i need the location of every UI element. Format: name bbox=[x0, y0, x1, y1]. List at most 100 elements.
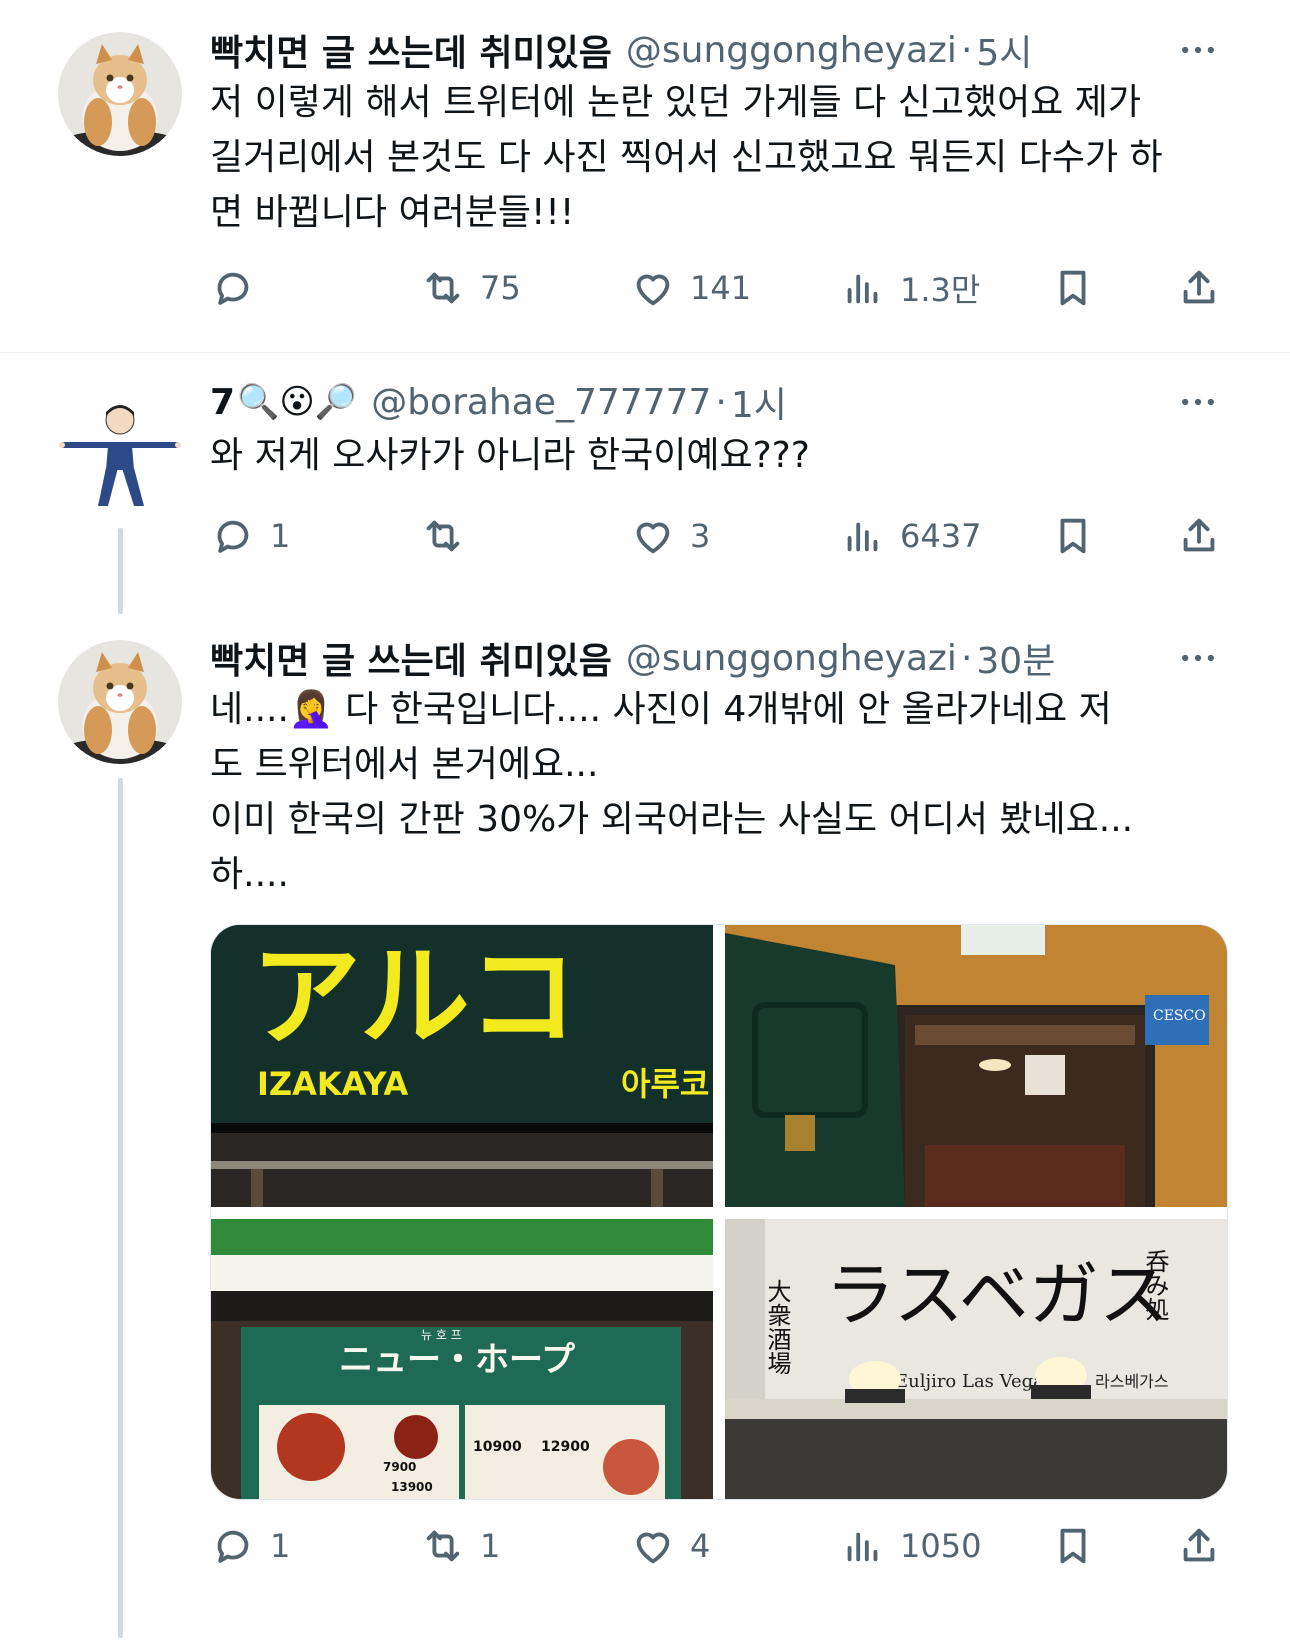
like-button[interactable]: 4 bbox=[630, 1516, 710, 1576]
timestamp[interactable]: 30분 bbox=[976, 632, 1055, 684]
views-button[interactable]: 1.3만 bbox=[840, 258, 980, 318]
sign4-main-text: ラスベガス bbox=[825, 1254, 1169, 1336]
avatar[interactable] bbox=[58, 640, 182, 764]
more-icon bbox=[1176, 380, 1220, 424]
retweet-icon bbox=[420, 265, 466, 311]
share-icon bbox=[1176, 265, 1222, 311]
sign3-price-1: 7900 bbox=[383, 1460, 416, 1474]
bookmark-button[interactable] bbox=[1050, 258, 1096, 318]
share-icon bbox=[1176, 513, 1222, 559]
like-count: 141 bbox=[690, 269, 752, 307]
new-hope-menu-image: ニュー・ホープ 뉴 호 프 7900 10900 12900 13900 bbox=[211, 1219, 713, 1499]
photo-las-vegas-sign[interactable]: ラスベガス 大衆酒場 呑み処 Euljiro Las Vegas 라스베가스 bbox=[725, 1219, 1227, 1499]
thread-line bbox=[118, 528, 123, 614]
share-button[interactable] bbox=[1176, 506, 1222, 566]
timestamp[interactable]: 5시 bbox=[976, 24, 1032, 76]
display-name[interactable]: 빡치면 글 쓰는데 취미있음 bbox=[210, 24, 612, 76]
las-vegas-sign-image: ラスベガス 大衆酒場 呑み処 Euljiro Las Vegas 라스베가스 bbox=[725, 1219, 1227, 1499]
view-count: 1050 bbox=[900, 1527, 982, 1565]
reply-button[interactable]: 1 bbox=[210, 1516, 290, 1576]
photo-new-hope-menu[interactable]: ニュー・ホープ 뉴 호 프 7900 10900 12900 13900 bbox=[211, 1219, 713, 1499]
cat-avatar-image bbox=[58, 32, 182, 156]
view-count: 1.3만 bbox=[900, 271, 981, 309]
avatar[interactable] bbox=[58, 390, 182, 514]
sign3-price-2: 10900 bbox=[473, 1439, 522, 1455]
user-handle[interactable]: @borahae_777777 bbox=[371, 382, 711, 423]
cat-avatar-image bbox=[58, 640, 182, 764]
more-options-button[interactable] bbox=[1160, 376, 1220, 428]
sign4-right-text: 呑み処 bbox=[1141, 1249, 1169, 1321]
bookmark-icon bbox=[1050, 265, 1096, 311]
green-door-image: CESCO bbox=[725, 925, 1227, 1207]
media-grid: アルコ IZAKAYA 아루코 CESCO ニュー・ホープ 뉴 호 프 7900… bbox=[210, 924, 1228, 1500]
retweet-button[interactable] bbox=[420, 506, 480, 566]
thread-line bbox=[118, 778, 123, 1638]
bookmark-button[interactable] bbox=[1050, 1516, 1096, 1576]
text-line-1b: 다 한국입니다.... 사진이 4개밖에 안 올라가네요 저 bbox=[333, 689, 1112, 730]
tweet-header: 빡치면 글 쓰는데 취미있음 @sunggongheyazi · 5시 bbox=[210, 24, 1220, 76]
bookmark-button[interactable] bbox=[1050, 506, 1096, 566]
tweet-1[interactable]: 빡치면 글 쓰는데 취미있음 @sunggongheyazi · 5시 저 이렇… bbox=[0, 0, 1290, 356]
bookmark-icon bbox=[1050, 1523, 1096, 1569]
photo-green-door[interactable]: CESCO bbox=[725, 925, 1227, 1207]
views-icon bbox=[840, 513, 886, 559]
reply-button[interactable]: 1 bbox=[210, 506, 290, 566]
sign1-left-text: IZAKAYA bbox=[257, 1065, 408, 1103]
reply-icon bbox=[210, 513, 256, 559]
user-handle[interactable]: @sunggongheyazi bbox=[626, 638, 957, 679]
retweet-count: 1 bbox=[480, 1527, 501, 1565]
text-line-1a: 네.... bbox=[210, 689, 289, 730]
photo-izakaya-sign[interactable]: アルコ IZAKAYA 아루코 bbox=[211, 925, 713, 1207]
action-bar: 1 1 4 1050 bbox=[210, 1516, 1230, 1576]
tweet-header: 7 🔍😮🔎 @borahae_777777 · 1시 bbox=[210, 376, 1220, 428]
reply-button[interactable] bbox=[210, 258, 270, 318]
separator-dot: · bbox=[960, 29, 973, 71]
like-icon bbox=[630, 1523, 676, 1569]
like-icon bbox=[630, 513, 676, 559]
share-button[interactable] bbox=[1176, 258, 1222, 318]
sign3-price-4: 13900 bbox=[391, 1480, 433, 1494]
reply-count: 1 bbox=[270, 1527, 291, 1565]
separator-dot: · bbox=[715, 381, 727, 423]
text-rest: 도 트위터에서 본거에요... 이미 한국의 간판 30%가 외국어라는 사실도… bbox=[210, 744, 1134, 895]
views-icon bbox=[840, 265, 886, 311]
like-count: 4 bbox=[690, 1527, 711, 1565]
like-button[interactable]: 3 bbox=[630, 506, 710, 566]
retweet-icon bbox=[420, 1523, 466, 1569]
izakaya-sign-image: アルコ IZAKAYA 아루코 bbox=[211, 925, 713, 1207]
sign3-price-3: 12900 bbox=[541, 1439, 590, 1455]
like-count: 3 bbox=[690, 517, 711, 555]
tweet-text: 네....🤦‍♀️ 다 한국입니다.... 사진이 4개밖에 안 올라가네요 저… bbox=[210, 682, 1230, 902]
more-options-button[interactable] bbox=[1160, 632, 1220, 684]
sign1-right-text: 아루코 bbox=[621, 1065, 709, 1103]
more-options-button[interactable] bbox=[1160, 24, 1220, 76]
like-icon bbox=[630, 265, 676, 311]
display-name[interactable]: 빡치면 글 쓰는데 취미있음 bbox=[210, 632, 612, 684]
share-button[interactable] bbox=[1176, 1516, 1222, 1576]
retweet-button[interactable]: 75 bbox=[420, 258, 521, 318]
retweet-count: 75 bbox=[480, 269, 521, 307]
like-button[interactable]: 141 bbox=[630, 258, 751, 318]
retweet-button[interactable]: 1 bbox=[420, 1516, 500, 1576]
timestamp[interactable]: 1시 bbox=[731, 376, 787, 428]
doll-avatar-image bbox=[58, 390, 182, 514]
door-badge-text: CESCO bbox=[1153, 1008, 1206, 1024]
facepalm-emoji: 🤦‍♀️ bbox=[288, 689, 334, 730]
divider bbox=[0, 352, 1290, 353]
views-button[interactable]: 1050 bbox=[840, 1516, 981, 1576]
reply-icon bbox=[210, 265, 256, 311]
views-icon bbox=[840, 1523, 886, 1569]
tweet-text: 와 저게 오사카가 아니라 한국이예요??? bbox=[210, 435, 810, 476]
views-button[interactable]: 6437 bbox=[840, 506, 981, 566]
tweet-2[interactable]: 7 🔍😮🔎 @borahae_777777 · 1시 와 저게 오사카가 아니라… bbox=[0, 356, 1290, 614]
more-icon bbox=[1176, 28, 1220, 72]
sign4-side-text: 大衆酒場 bbox=[763, 1279, 791, 1375]
avatar[interactable] bbox=[58, 32, 182, 156]
action-bar: 75 141 1.3만 bbox=[210, 258, 1230, 318]
bookmark-icon bbox=[1050, 513, 1096, 559]
display-name[interactable]: 7 bbox=[210, 382, 235, 423]
user-handle[interactable]: @sunggongheyazi bbox=[626, 30, 957, 71]
reply-count: 1 bbox=[270, 517, 291, 555]
tweet-text: 저 이렇게 해서 트위터에 논란 있던 가게들 다 신고했어요 제가 길거리에서… bbox=[210, 82, 1163, 233]
sign4-ko-text: 라스베가스 bbox=[1095, 1372, 1169, 1391]
